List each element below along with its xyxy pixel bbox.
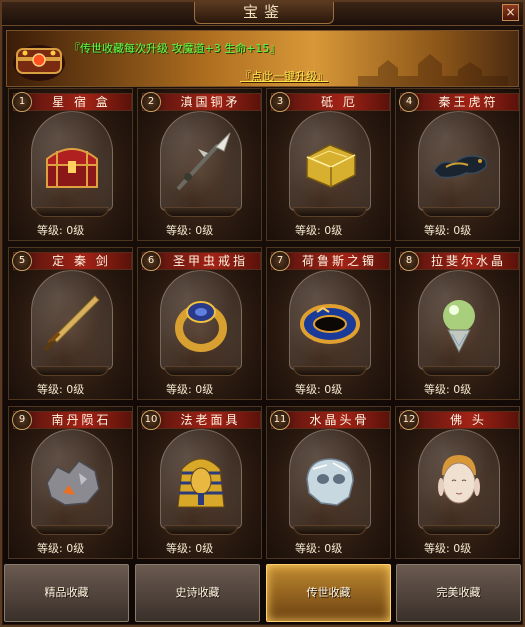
card-name: 滇国铜矛 [180,95,241,109]
title-bar: 宝鉴 × [2,2,523,26]
chest-emblem-icon [13,45,65,81]
card-level: 等级: 0级 [295,542,343,555]
pedestal [164,525,238,535]
collection-card[interactable]: 4 秦王虎符 等级: 0级 [395,88,520,241]
card-name: 星 宿 盒 [52,95,111,109]
pedestal [164,366,238,376]
pharaoh-mask-icon [177,458,225,508]
card-level: 等级: 0级 [37,383,85,396]
pedestal [293,525,367,535]
card-name: 荷鲁斯之镯 [301,254,377,268]
card-header: 7 荷鲁斯之镯 [270,251,390,271]
card-name: 法老面具 [180,413,241,427]
card-number: 7 [270,251,290,271]
card-name: 南丹陨石 [51,413,112,427]
card-header: 1 星 宿 盒 [12,92,132,112]
collection-card[interactable]: 1 星 宿 盒 等级: 0级 [8,88,133,241]
pedestal [35,525,109,535]
close-button[interactable]: × [502,4,519,21]
buddha-head-icon [438,455,480,504]
collection-card[interactable]: 2 滇国铜矛 等级: 0级 [137,88,262,241]
card-level: 等级: 0级 [166,224,214,237]
card-header: 12 佛 头 [399,410,519,430]
collection-tabs: 精品收藏 史诗收藏 传世收藏 完美收藏 [2,563,523,625]
card-name: 水晶头骨 [309,413,370,427]
one-click-upgrade-link[interactable]: 『点此一键升级』 [240,68,328,84]
pedestal [35,366,109,376]
tab-fine-collection[interactable]: 精品收藏 [4,564,129,622]
card-level: 等级: 0级 [295,383,343,396]
collection-card[interactable]: 6 圣甲虫戒指 等级: 0级 [137,247,262,400]
horus-bracelet-icon [300,304,360,344]
card-name: 定 秦 剑 [52,254,111,268]
collection-grid: 1 星 宿 盒 等级: 0级 2 滇国铜矛 等级: 0级 3 砥 厄 等级: 0… [6,88,520,560]
card-number: 9 [12,410,32,430]
collection-card[interactable]: 7 荷鲁斯之镯 等级: 0级 [266,247,391,400]
card-number: 10 [141,410,161,430]
card-header: 2 滇国铜矛 [141,92,261,112]
card-level: 等级: 0级 [424,542,472,555]
card-header: 10 法老面具 [141,410,261,430]
card-name: 圣甲虫戒指 [172,254,248,268]
pedestal [422,207,496,217]
card-level: 等级: 0级 [37,224,85,237]
collection-card[interactable]: 11 水晶头骨 等级: 0级 [266,406,391,559]
card-number: 8 [399,251,419,271]
card-header: 8 拉斐尔水晶 [399,251,519,271]
pedestal [422,525,496,535]
collection-banner: 『传世收藏每次升级 攻魔道+3 生命+15』 『点此一键升级』 [6,30,519,87]
pedestal [35,207,109,217]
card-level: 等级: 0级 [295,224,343,237]
bronze-spear-icon [176,132,231,191]
card-number: 11 [270,410,290,430]
pedestal [293,366,367,376]
pedestal [422,366,496,376]
window-title: 宝鉴 [194,2,334,24]
tiger-tally-icon [433,155,488,179]
card-number: 6 [141,251,161,271]
treasure-window: 宝鉴 × 『传世收藏每次升级 攻魔道+3 生命+15』 『点此一键升级』 1 星… [0,0,525,627]
card-header: 11 水晶头骨 [270,410,390,430]
card-header: 5 定 秦 剑 [12,251,132,271]
card-level: 等级: 0级 [166,383,214,396]
card-name: 砥 厄 [321,95,358,109]
pagoda-skyline-icon [358,54,508,86]
card-level: 等级: 0级 [424,383,472,396]
scarab-ring-icon [175,301,227,352]
crystal-skull-icon [306,458,354,506]
bonus-text: 『传世收藏每次升级 攻魔道+3 生命+15』 [69,42,281,55]
pedestal [164,207,238,217]
card-header: 3 砥 厄 [270,92,390,112]
collection-card[interactable]: 9 南丹陨石 等级: 0级 [8,406,133,559]
gold-block-icon [306,144,356,188]
collection-card[interactable]: 10 法老面具 等级: 0级 [137,406,262,559]
crystal-orb-icon [443,300,475,354]
tab-epic-collection[interactable]: 史诗收藏 [135,564,260,622]
card-name: 秦王虎符 [438,95,499,109]
collection-card[interactable]: 3 砥 厄 等级: 0级 [266,88,391,241]
card-level: 等级: 0级 [166,542,214,555]
card-number: 3 [270,92,290,112]
card-name: 佛 头 [450,413,487,427]
card-number: 2 [141,92,161,112]
meteorite-icon [46,460,100,506]
sword-icon [43,295,100,352]
card-header: 4 秦王虎符 [399,92,519,112]
collection-card[interactable]: 8 拉斐尔水晶 等级: 0级 [395,247,520,400]
card-number: 5 [12,251,32,271]
pedestal [293,207,367,217]
card-header: 9 南丹陨石 [12,410,132,430]
card-name: 拉斐尔水晶 [430,254,506,268]
card-number: 4 [399,92,419,112]
treasure-chest-icon [46,148,98,188]
collection-card[interactable]: 12 佛 头 等级: 0级 [395,406,520,559]
card-number: 12 [399,410,419,430]
card-header: 6 圣甲虫戒指 [141,251,261,271]
tab-legendary-collection[interactable]: 传世收藏 [266,564,391,622]
card-number: 1 [12,92,32,112]
card-level: 等级: 0级 [37,542,85,555]
tab-perfect-collection[interactable]: 完美收藏 [396,564,521,622]
collection-card[interactable]: 5 定 秦 剑 等级: 0级 [8,247,133,400]
card-level: 等级: 0级 [424,224,472,237]
